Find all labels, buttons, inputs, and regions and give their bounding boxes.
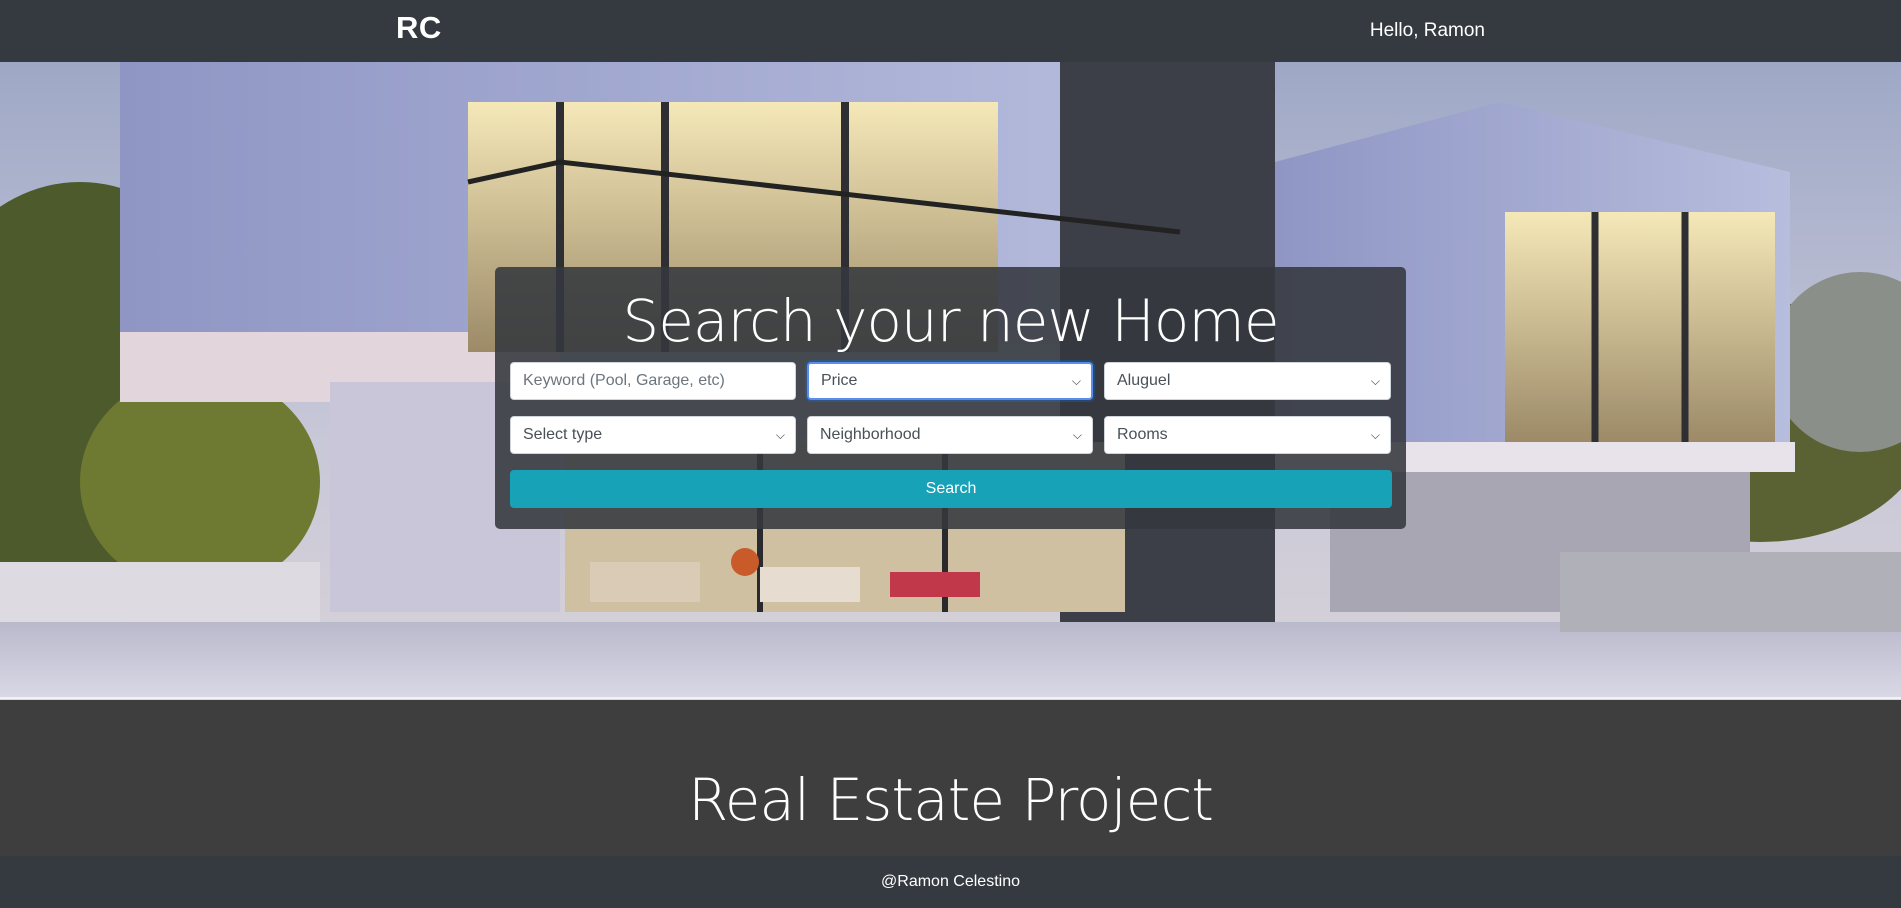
footer: @Ramon Celestino	[0, 856, 1901, 908]
property-type-value: Select type	[523, 426, 603, 443]
price-select-value: Price	[821, 372, 858, 389]
rooms-select[interactable]: Rooms ⌵	[1104, 416, 1391, 454]
hero-section: Search your new Home Keyword (Pool, Gara…	[0, 62, 1901, 700]
user-greeting[interactable]: Hello, Ramon	[1370, 20, 1485, 42]
chevron-down-icon: ⌵	[1370, 374, 1380, 388]
project-section: Real Estate Project	[0, 700, 1901, 856]
search-panel: Search your new Home Keyword (Pool, Gara…	[495, 267, 1406, 529]
chevron-down-icon: ⌵	[1370, 428, 1380, 442]
search-title: Search your new Home	[622, 287, 1279, 355]
brand-logo[interactable]: RC	[396, 10, 442, 46]
chevron-down-icon: ⌵	[1072, 428, 1082, 442]
keyword-placeholder: Keyword (Pool, Garage, etc)	[523, 372, 725, 389]
top-navbar: RC Hello, Ramon	[0, 0, 1901, 62]
listing-type-value: Aluguel	[1117, 372, 1171, 389]
neighborhood-select[interactable]: Neighborhood ⌵	[807, 416, 1093, 454]
listing-type-select[interactable]: Aluguel ⌵	[1104, 362, 1391, 400]
chevron-down-icon: ⌵	[775, 428, 785, 442]
search-button[interactable]: Search	[510, 470, 1392, 508]
keyword-input[interactable]: Keyword (Pool, Garage, etc)	[510, 362, 796, 400]
footer-credit: @Ramon Celestino	[881, 873, 1020, 890]
project-title: Real Estate Project	[688, 766, 1214, 834]
neighborhood-value: Neighborhood	[820, 426, 921, 443]
property-type-select[interactable]: Select type ⌵	[510, 416, 796, 454]
price-select[interactable]: Price ⌵	[807, 362, 1093, 400]
chevron-down-icon: ⌵	[1071, 374, 1081, 388]
rooms-value: Rooms	[1117, 426, 1168, 443]
